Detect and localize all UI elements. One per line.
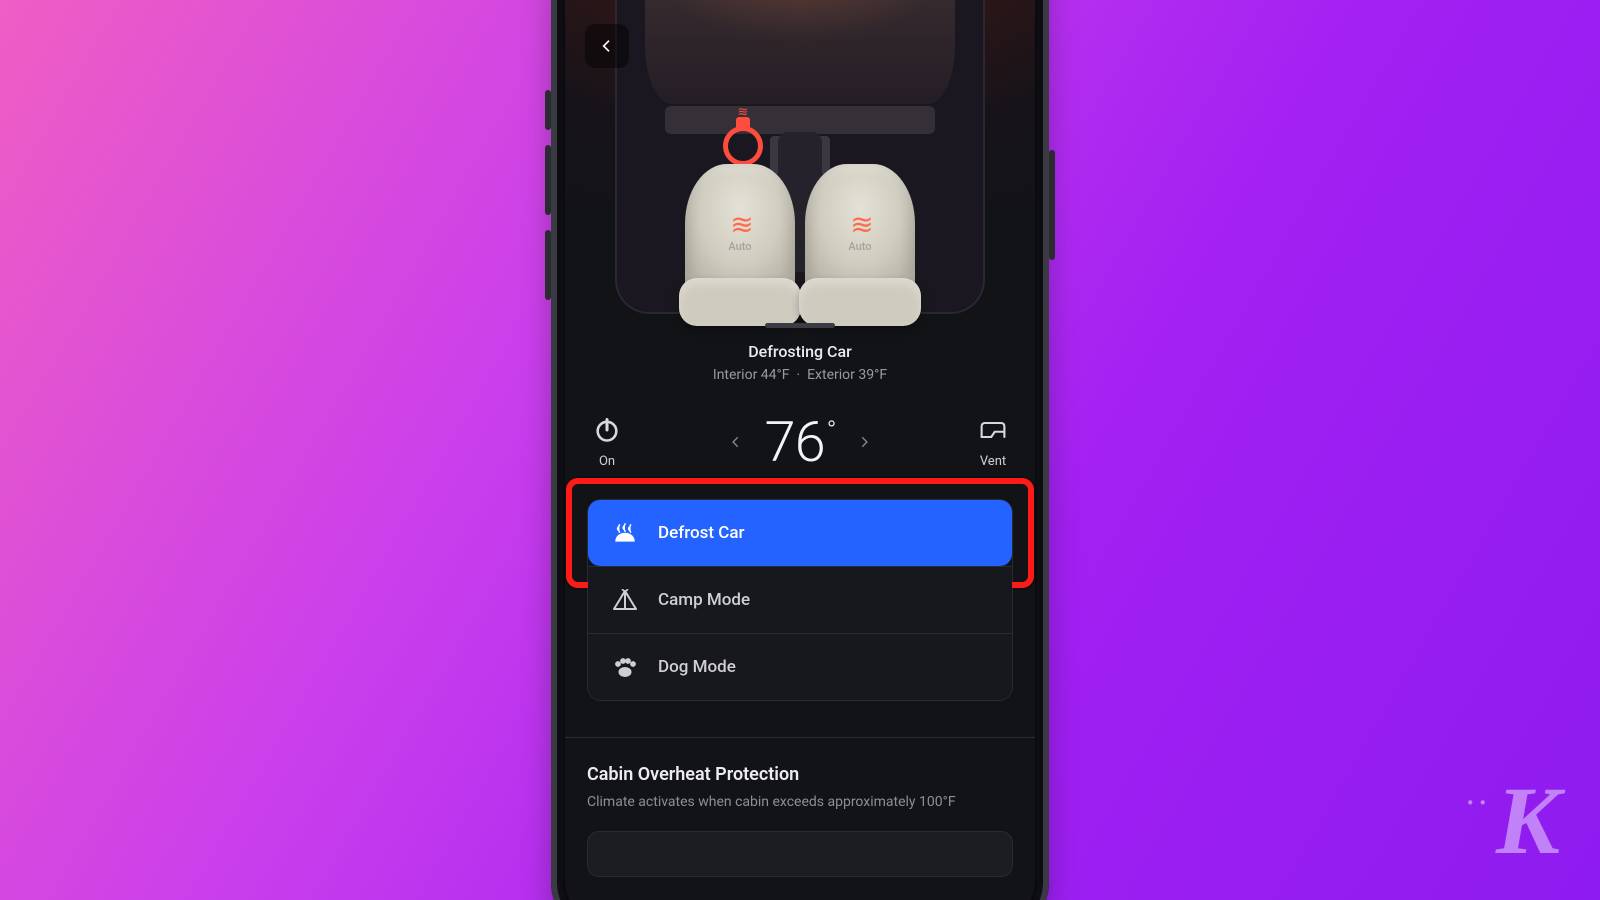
phone-frame: 12:08 [551,0,1049,900]
back-button[interactable] [585,24,629,68]
driver-seat[interactable]: ≋ Auto [685,164,795,314]
dot-sep: · [796,367,800,383]
overheat-title: Cabin Overheat Protection [587,764,1013,785]
overheat-segmented-control[interactable] [587,831,1013,877]
tent-icon [612,589,638,611]
power-toggle[interactable]: On [593,416,621,469]
interior-temp: 44°F [761,367,790,383]
phone-side-button [545,145,551,215]
mode-dog[interactable]: Dog Mode [588,633,1012,700]
mode-camp[interactable]: Camp Mode [588,566,1012,633]
phone-side-button [545,90,551,130]
vent-button[interactable]: Vent [979,416,1007,469]
mode-defrost-label: Defrost Car [658,523,745,543]
mode-defrost[interactable]: Defrost Car [588,500,1012,566]
temp-up-button[interactable] [857,435,871,449]
defrost-icon [612,522,638,544]
phone-screen: 12:08 [565,0,1035,900]
car-hero: ≋ Auto ≋ Auto [565,0,1035,314]
phone-side-button [1049,150,1055,260]
climate-controls-row: On 76° Vent [587,409,1013,475]
temp-down-button[interactable] [729,435,743,449]
climate-mode-list: Defrost Car Camp Mode Do [587,499,1013,701]
phone-side-button [545,230,551,300]
temp-value: 76° [765,409,836,475]
seat-heat-icon: ≋ [850,217,869,234]
power-icon [593,416,621,444]
seat-cushion [679,278,801,326]
vent-icon [979,416,1007,444]
interior-label: Interior [713,367,757,383]
watermark-letter: K [1496,783,1560,860]
mode-dog-label: Dog Mode [658,657,736,677]
overheat-sub: Climate activates when cabin exceeds app… [587,793,1013,813]
defrost-highlight-wrap: Defrost Car [578,490,1022,576]
seat-cushion [799,278,921,326]
stage: 12:08 [0,0,1600,900]
passenger-seat[interactable]: ≋ Auto [805,164,915,314]
status-bar: 12:08 [565,0,1035,8]
driver-seat-mode: Auto [728,240,751,253]
divider [565,737,1035,738]
vent-label: Vent [980,454,1006,469]
temp-setpoint: 76° [729,409,872,475]
power-label: On [599,454,615,469]
heated-steering-icon[interactable] [723,126,763,166]
sheet-grabber[interactable] [765,323,835,328]
watermark-dots: ∙∙ [1467,793,1492,814]
exterior-label: Exterior [807,367,855,383]
paw-icon [612,656,638,678]
mode-camp-label: Camp Mode [658,590,750,610]
passenger-seat-mode: Auto [848,240,871,253]
watermark-k: ∙∙ K [1467,783,1560,860]
exterior-temp: 39°F [858,367,887,383]
car-top-view: ≋ Auto ≋ Auto [615,0,985,314]
climate-status-title: Defrosting Car [587,342,1013,361]
climate-status-sub: Interior 44°F · Exterior 39°F [587,367,1013,383]
climate-content: Defrosting Car Interior 44°F · Exterior … [565,314,1035,877]
dashboard [665,106,935,134]
windshield [645,0,955,104]
seat-heat-icon: ≋ [730,217,749,234]
chevron-left-icon [599,38,615,54]
